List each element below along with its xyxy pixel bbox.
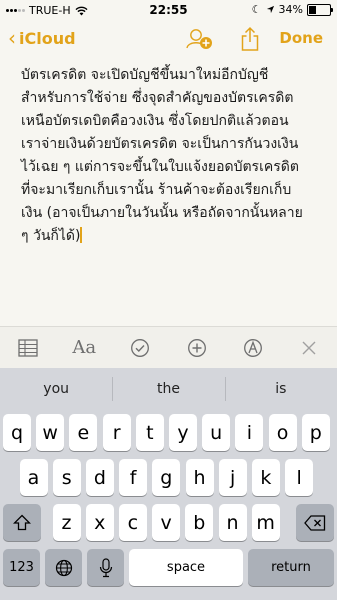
- key-g[interactable]: g: [152, 459, 181, 496]
- format-toolbar: Aa: [0, 326, 337, 368]
- moon-icon: ☾: [251, 3, 262, 16]
- suggestion-bar: you the is: [0, 368, 337, 410]
- markup-pen-icon: [243, 338, 262, 357]
- key-r[interactable]: r: [102, 414, 131, 451]
- note-body[interactable]: บัตรเครดิต จะเปิดบัญชีขึ้นมาใหม่อีกบัญชี…: [21, 64, 321, 248]
- shift-icon: [13, 514, 31, 531]
- note-text: บัตรเครดิต จะเปิดบัญชีขึ้นมาใหม่อีกบัญชี…: [21, 67, 303, 244]
- delete-key[interactable]: [296, 504, 334, 541]
- table-button[interactable]: [13, 333, 43, 363]
- key-v[interactable]: v: [152, 504, 181, 541]
- key-o[interactable]: o: [268, 414, 297, 451]
- text-format-label: Aa: [72, 337, 97, 358]
- return-key[interactable]: return: [248, 549, 334, 586]
- share-button[interactable]: [240, 26, 260, 56]
- back-label: iCloud: [19, 28, 76, 48]
- suggestion-1[interactable]: you: [0, 381, 112, 397]
- key-p[interactable]: p: [301, 414, 330, 451]
- back-button[interactable]: ‹ iCloud: [8, 28, 76, 48]
- key-s[interactable]: s: [52, 459, 81, 496]
- key-l[interactable]: l: [285, 459, 314, 496]
- add-people-icon: [186, 29, 212, 49]
- text-cursor: [80, 227, 83, 243]
- key-i[interactable]: i: [235, 414, 264, 451]
- key-q[interactable]: q: [3, 414, 31, 451]
- chevron-left-icon: ‹: [8, 26, 16, 50]
- key-k[interactable]: k: [251, 459, 280, 496]
- checklist-icon: [131, 338, 150, 357]
- key-row-2: asdfghjkl: [0, 459, 337, 501]
- key-row-1: qwertyuiop: [0, 414, 337, 456]
- status-right: ☾ 34%: [251, 3, 333, 16]
- key-z[interactable]: z: [52, 504, 81, 541]
- globe-key[interactable]: [45, 549, 82, 586]
- share-icon: [241, 26, 259, 51]
- key-f[interactable]: f: [119, 459, 148, 496]
- done-button[interactable]: Done: [279, 29, 323, 47]
- key-j[interactable]: j: [218, 459, 247, 496]
- key-d[interactable]: d: [85, 459, 114, 496]
- globe-icon: [55, 559, 72, 576]
- keyboard: you the is qwertyuiop asdfghjkl zxcvbnm …: [0, 368, 337, 600]
- numbers-key[interactable]: 123: [3, 549, 40, 586]
- key-row-3: zxcvbnm: [0, 504, 337, 546]
- key-a[interactable]: a: [19, 459, 48, 496]
- key-row-4: 123 space return: [0, 549, 337, 591]
- battery-fill: [309, 5, 316, 14]
- key-m[interactable]: m: [251, 504, 280, 541]
- key-y[interactable]: y: [169, 414, 197, 451]
- dictation-key[interactable]: [87, 549, 124, 586]
- key-e[interactable]: e: [69, 414, 98, 451]
- key-n[interactable]: n: [218, 504, 247, 541]
- nav-bar: ‹ iCloud Done: [0, 20, 337, 60]
- insert-button[interactable]: [182, 333, 212, 363]
- space-key[interactable]: space: [129, 549, 243, 586]
- shift-key[interactable]: [3, 504, 41, 541]
- key-h[interactable]: h: [185, 459, 214, 496]
- microphone-icon: [99, 557, 112, 577]
- battery-percent: 34%: [278, 3, 303, 16]
- suggestion-3[interactable]: is: [224, 377, 337, 401]
- key-b[interactable]: b: [185, 504, 214, 541]
- backspace-icon: [304, 514, 326, 531]
- close-toolbar-button[interactable]: [294, 333, 324, 363]
- location-arrow-icon: [266, 5, 274, 14]
- key-t[interactable]: t: [135, 414, 164, 451]
- markup-button[interactable]: [238, 333, 268, 363]
- key-x[interactable]: x: [85, 504, 114, 541]
- table-icon: [18, 338, 38, 357]
- key-c[interactable]: c: [118, 504, 147, 541]
- suggestion-2[interactable]: the: [112, 377, 224, 401]
- battery-icon: [307, 3, 333, 16]
- status-bar: TRUE-H 22:55 ☾ 34%: [0, 0, 337, 20]
- checklist-button[interactable]: [125, 333, 155, 363]
- add-people-button[interactable]: [185, 26, 213, 56]
- key-w[interactable]: w: [36, 414, 65, 451]
- text-format-button[interactable]: Aa: [69, 333, 99, 363]
- close-icon: [302, 341, 316, 354]
- plus-circle-icon: [187, 338, 206, 357]
- key-u[interactable]: u: [202, 414, 231, 451]
